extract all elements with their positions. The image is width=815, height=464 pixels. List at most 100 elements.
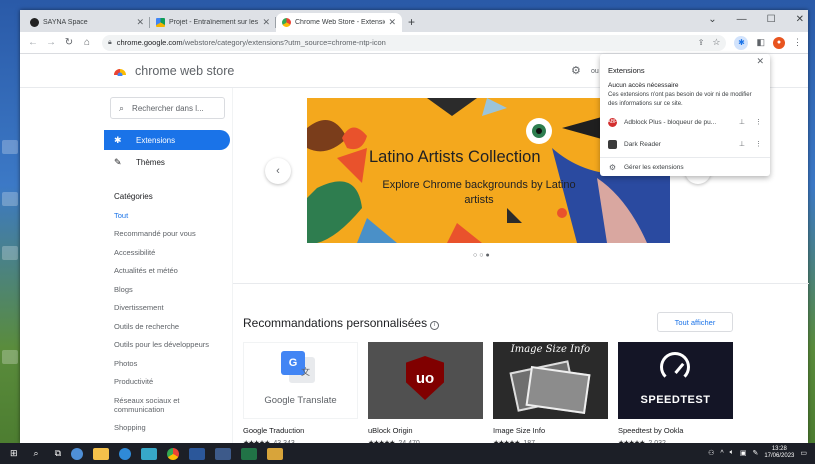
edge-icon[interactable] bbox=[119, 447, 132, 460]
pin-icon[interactable]: ⊥ bbox=[739, 140, 745, 148]
desktop-icon[interactable] bbox=[2, 140, 18, 154]
extensions-popup: ✕ Extensions Aucun accès nécessaire Ces … bbox=[600, 54, 770, 176]
file-explorer-icon[interactable] bbox=[93, 447, 110, 460]
extension-item-dark-reader[interactable]: Dark Reader ⊥ ⋮ bbox=[608, 137, 762, 151]
bookmark-star-icon[interactable]: ☆ bbox=[712, 37, 720, 48]
close-icon[interactable]: ✕ bbox=[756, 56, 764, 67]
extension-item-adblock[interactable]: ABP Adblock Plus - bloqueur de pu... ⊥ ⋮ bbox=[608, 115, 762, 129]
category-item[interactable]: Photos bbox=[104, 359, 230, 368]
pen-icon[interactable]: ✎ bbox=[752, 449, 758, 457]
store-title[interactable]: chrome web store bbox=[135, 64, 234, 78]
card-thumbnail: SPEEDTEST bbox=[618, 342, 733, 419]
close-icon[interactable]: ✕ bbox=[262, 17, 270, 28]
sidebar-item-themes[interactable]: ✎ Thèmes bbox=[104, 152, 230, 172]
category-item[interactable]: Recommandé pour vous bbox=[104, 229, 230, 238]
task-view-icon[interactable]: ⧉ bbox=[55, 448, 61, 459]
close-icon[interactable]: ✕ bbox=[136, 17, 144, 28]
tab-projet[interactable]: Projet - Entraînement sur les ba... ✕ bbox=[150, 13, 276, 32]
category-item[interactable]: Divertissement bbox=[104, 303, 230, 312]
lock-icon[interactable]: 🔒︎ bbox=[108, 39, 112, 47]
search-icon: ⌕ bbox=[119, 102, 125, 113]
word-icon[interactable] bbox=[189, 447, 206, 460]
category-item[interactable]: Actualités et météo bbox=[104, 266, 230, 275]
side-panel-icon[interactable]: ◧ bbox=[756, 37, 765, 48]
pin-icon[interactable]: ⊥ bbox=[739, 118, 745, 126]
gear-icon[interactable]: ⚙ bbox=[571, 64, 581, 77]
carousel-prev-button[interactable]: ‹ bbox=[265, 158, 291, 184]
tab-title: Chrome Web Store - Extensions bbox=[295, 19, 386, 26]
sidebar-item-extensions[interactable]: ✱ Extensions bbox=[104, 130, 230, 150]
tab-sayna[interactable]: SAYNA Space ✕ bbox=[24, 13, 150, 32]
minimize-button[interactable]: — bbox=[737, 14, 747, 25]
desktop-icon[interactable] bbox=[2, 192, 18, 206]
people-icon[interactable]: ⚇ bbox=[708, 449, 714, 457]
popup-title: Extensions bbox=[608, 66, 645, 75]
category-item[interactable]: Outils de recherche bbox=[104, 322, 230, 331]
see-all-button[interactable]: Tout afficher bbox=[657, 312, 733, 332]
windows-start-icon[interactable]: ⊞ bbox=[10, 448, 18, 459]
google-translate-logo: G 文 bbox=[281, 351, 317, 385]
category-item[interactable]: Tout bbox=[104, 211, 230, 220]
extension-card[interactable]: uo uBlock Origin ★★★★★24 470 bbox=[368, 342, 483, 447]
banner-title: Latino Artists Collection bbox=[369, 148, 541, 166]
search-icon[interactable]: ⌕ bbox=[34, 448, 39, 459]
more-options-icon[interactable]: ⋮ bbox=[755, 118, 762, 126]
network-icon[interactable]: ▣ bbox=[740, 449, 747, 457]
carousel-dot-active[interactable]: ● bbox=[485, 252, 489, 259]
extension-card[interactable]: G 文 Google Translate Google Traduction ★… bbox=[243, 342, 358, 447]
desktop-icon[interactable] bbox=[2, 350, 18, 364]
desktop-right-edge bbox=[808, 0, 815, 443]
puzzle-icon: ✱ bbox=[114, 134, 122, 145]
card-thumbnail: Image Size Info bbox=[493, 342, 608, 419]
volume-icon[interactable]: 🔈︎ bbox=[730, 449, 734, 457]
category-item[interactable]: Productivité bbox=[104, 377, 230, 386]
carousel-dot[interactable]: ○ bbox=[473, 252, 477, 259]
address-bar[interactable]: 🔒︎ chrome.google.com/webstore/category/e… bbox=[102, 34, 727, 51]
home-button[interactable]: ⌂ bbox=[80, 37, 94, 48]
category-item[interactable]: Réseaux sociaux et communication bbox=[104, 396, 194, 414]
profile-avatar[interactable]: ● bbox=[773, 36, 785, 49]
category-item[interactable]: Outils pour les développeurs bbox=[104, 340, 230, 349]
taskbar-app-icon[interactable] bbox=[267, 447, 284, 460]
sayna-favicon bbox=[30, 18, 39, 27]
brush-icon: ✎ bbox=[114, 156, 122, 167]
close-icon[interactable]: ✕ bbox=[388, 17, 396, 28]
manage-extensions-link[interactable]: ⚙ Gérer les extensions bbox=[608, 160, 762, 174]
share-icon[interactable]: ⇪ bbox=[698, 38, 705, 47]
clock[interactable]: 13:28 17/06/2023 bbox=[764, 446, 794, 460]
more-options-icon[interactable]: ⋮ bbox=[755, 140, 762, 148]
category-item[interactable]: Accessibilité bbox=[104, 248, 230, 257]
close-window-button[interactable]: ✕ bbox=[796, 14, 804, 25]
taskbar-app-icon[interactable] bbox=[141, 447, 158, 460]
tab-chrome-web-store[interactable]: Chrome Web Store - Extensions ✕ bbox=[276, 13, 402, 32]
info-icon[interactable]: i bbox=[430, 321, 440, 330]
desktop-icon[interactable] bbox=[2, 246, 18, 260]
chrome-icon[interactable] bbox=[167, 447, 180, 460]
category-item[interactable]: Blogs bbox=[104, 285, 230, 294]
extension-card[interactable]: SPEEDTEST Speedtest by Ookla ★★★★★2 032 bbox=[618, 342, 733, 447]
tab-title: Projet - Entraînement sur les ba... bbox=[169, 19, 259, 26]
carousel-dot[interactable]: ○ bbox=[479, 252, 483, 259]
reload-button[interactable]: ↻ bbox=[62, 37, 76, 48]
new-tab-button[interactable]: + bbox=[408, 15, 415, 29]
extensions-puzzle-icon[interactable]: ✱ bbox=[734, 35, 749, 50]
thumb-label: SPEEDTEST bbox=[640, 394, 711, 406]
back-button[interactable]: ← bbox=[26, 37, 40, 48]
taskbar-app-icon[interactable] bbox=[71, 447, 84, 460]
category-item[interactable]: Shopping bbox=[104, 423, 230, 432]
toolbar-icons: ✱ ◧ ● ⋮ bbox=[734, 35, 802, 50]
divider bbox=[600, 157, 770, 158]
url-domain: chrome.google.com bbox=[116, 38, 183, 47]
extension-card[interactable]: Image Size Info Image Size Info ★★★★★187 bbox=[493, 342, 608, 447]
search-input[interactable]: ⌕ Rechercher dans l... bbox=[110, 97, 225, 119]
notifications-icon[interactable]: ▭ bbox=[800, 449, 807, 457]
more-menu-icon[interactable]: ⋮ bbox=[793, 37, 802, 48]
carousel-dots: ○ ○ ● bbox=[473, 252, 490, 259]
forward-button[interactable]: → bbox=[44, 37, 58, 48]
maximize-button[interactable]: ☐ bbox=[767, 14, 776, 25]
tab-search-icon[interactable]: ⌄ bbox=[708, 14, 716, 25]
chevron-up-icon[interactable]: ^ bbox=[720, 450, 723, 457]
recommendations-title-text: Recommandations personnalisées bbox=[243, 316, 428, 330]
excel-icon[interactable] bbox=[241, 447, 258, 460]
taskbar-app-icon[interactable] bbox=[215, 447, 232, 460]
